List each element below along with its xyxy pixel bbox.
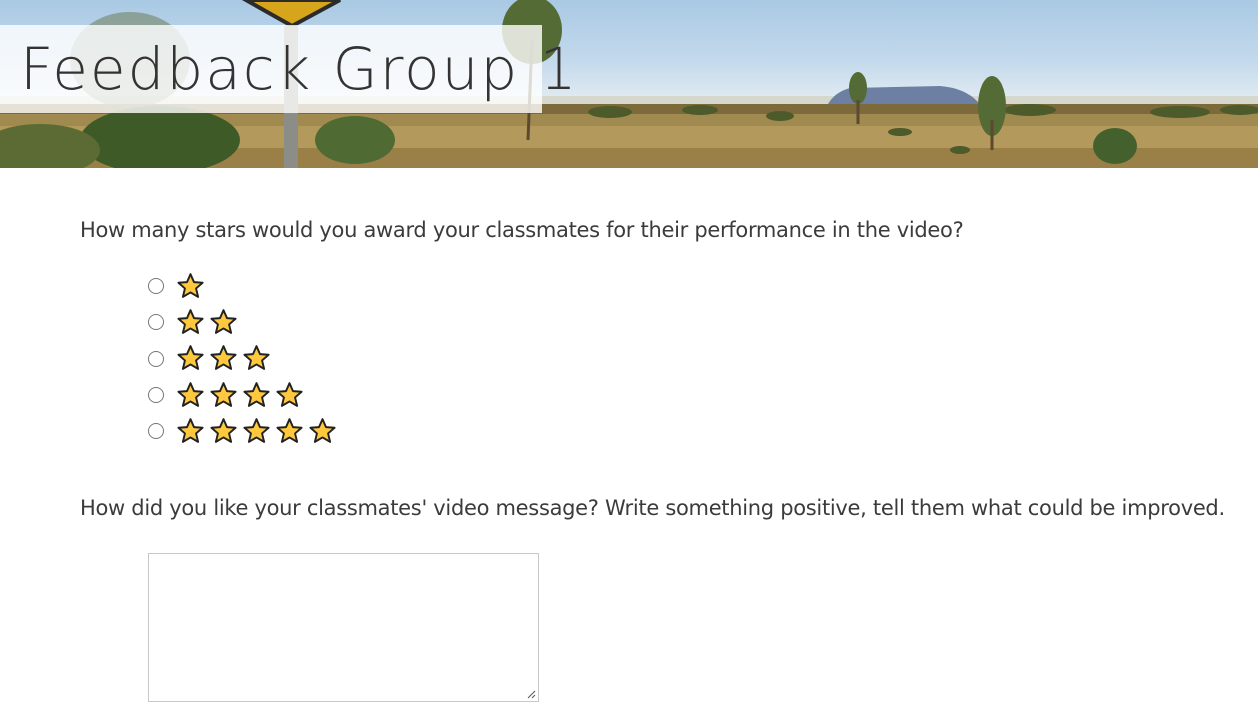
star-icon xyxy=(177,345,204,370)
comment-textarea[interactable] xyxy=(148,553,539,702)
star-icon xyxy=(210,381,237,407)
star-icon xyxy=(177,308,204,334)
rating-radio-4[interactable] xyxy=(148,387,164,403)
star-icon xyxy=(177,381,204,407)
resize-grip-icon[interactable] xyxy=(526,689,536,699)
star-icon xyxy=(210,345,237,370)
rating-radio-1[interactable] xyxy=(148,278,164,294)
rating-option-4-stars[interactable] xyxy=(146,377,337,413)
star-icon xyxy=(243,381,270,407)
rating-radio-3[interactable] xyxy=(148,350,164,367)
rating-option-2-stars[interactable] xyxy=(146,304,337,340)
rating-question-prompt: How many stars would you award your clas… xyxy=(80,218,964,242)
star-icon xyxy=(177,272,204,298)
comment-question-prompt: How did you like your classmates' video … xyxy=(80,496,1225,520)
star-icon xyxy=(177,417,204,443)
rating-option-1-star[interactable] xyxy=(146,268,337,304)
star-icon xyxy=(309,417,336,443)
star-icon xyxy=(243,417,270,443)
rating-option-3-stars[interactable] xyxy=(146,340,337,377)
rating-radio-5[interactable] xyxy=(148,423,164,439)
star-icon xyxy=(210,308,237,334)
star-icon xyxy=(276,417,303,443)
star-icon xyxy=(276,381,303,407)
star-icon xyxy=(243,345,270,370)
star-rating-options xyxy=(146,268,337,449)
page-title: Feedback Group 1 xyxy=(20,35,579,103)
rating-radio-2[interactable] xyxy=(148,314,164,330)
header-banner: Feedback Group 1 xyxy=(0,0,1258,168)
rating-option-5-stars[interactable] xyxy=(146,413,337,449)
star-icon xyxy=(210,417,237,443)
